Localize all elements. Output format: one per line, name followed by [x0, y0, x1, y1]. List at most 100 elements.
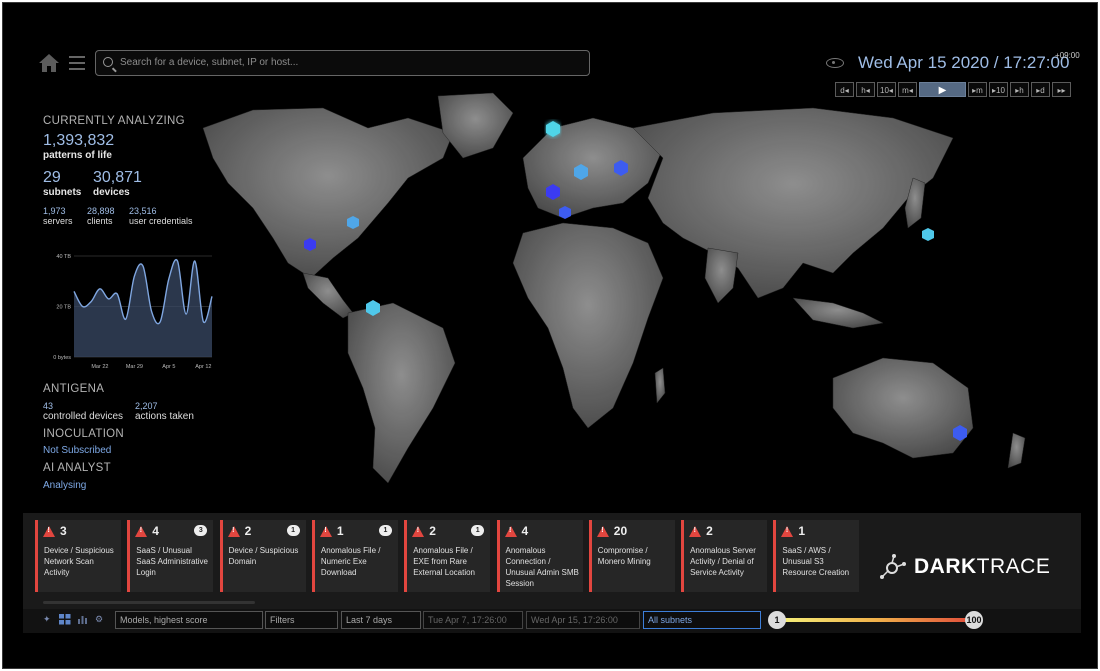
breach-title: Anomalous Connection / Unusual Admin SMB… [505, 546, 579, 588]
clients-count[interactable]: 28,898 [87, 206, 129, 216]
bandwidth-chart[interactable]: 40 TB 20 TB 0 bytes Mar 22 Mar 29 Apr 5 Apr 12 [46, 253, 216, 375]
breach-title: Compromise / Monero Mining [597, 546, 651, 566]
ai-analyst-heading: AI ANALYST [43, 462, 111, 474]
breach-score: 3 [60, 524, 67, 538]
search-icon [103, 57, 113, 67]
comment-count-icon[interactable]: 1 [471, 525, 485, 536]
breach-title: SaaS / Unusual SaaS Administrative Login [136, 546, 208, 577]
breach-score: 20 [613, 524, 628, 538]
ai-analyst-status[interactable]: Analysing [43, 480, 218, 491]
breach-title: SaaS / AWS / Unusual S3 Resource Creatio… [782, 546, 850, 577]
servers-count[interactable]: 1,973 [43, 206, 87, 216]
model-breach-card[interactable]: 3 Device / Suspicious Network Scan Activi… [35, 520, 121, 592]
model-breach-card[interactable]: 4 3 SaaS / Unusual SaaS Administrative Log… [127, 520, 214, 592]
model-breach-strip: 3 Device / Suspicious Network Scan Activi… [23, 513, 1081, 609]
search-input[interactable]: Search for a device, subnet, IP or host.… [95, 50, 590, 76]
score-slider-max-handle[interactable]: 100 [965, 611, 983, 629]
breach-score: 4 [521, 524, 529, 538]
model-breach-card[interactable]: 2 1 Device / Suspicious Domain [219, 520, 306, 592]
marker-hex [922, 228, 934, 241]
dashboard-frame: Search for a device, subnet, IP or host.… [2, 2, 1098, 669]
model-breach-card[interactable]: 1 SaaS / AWS / Unusual S3 Resource Creati… [773, 520, 860, 592]
subnets-count[interactable]: 29 [43, 169, 93, 187]
comment-count-icon[interactable]: 3 [194, 525, 208, 536]
patterns-label: patterns of life [43, 150, 112, 161]
subnets-label: subnets [43, 187, 82, 198]
breach-score: 2 [244, 524, 252, 538]
settings-icon[interactable]: ⚙ [95, 614, 105, 624]
breach-title: Anomalous Server Activity / Denial of Se… [690, 546, 756, 577]
darktrace-logo: DARKTRACE [878, 553, 1050, 581]
alert-icon [43, 526, 55, 537]
search-placeholder: Search for a device, subnet, IP or host.… [120, 57, 299, 68]
x-tick-label: Apr 5 [162, 364, 175, 370]
breach-score: 1 [336, 524, 344, 538]
alert-icon [135, 526, 148, 537]
eye-icon[interactable] [826, 58, 844, 68]
x-tick-label: Apr 12 [195, 364, 211, 370]
x-tick-label: Mar 22 [91, 364, 108, 370]
breach-title: Anomalous File / Numeric Exe Download [320, 546, 381, 577]
alert-icon [689, 526, 702, 537]
pin-icon[interactable]: ✦ [43, 614, 53, 624]
breach-title: Device / Suspicious Network Scan Activit… [44, 546, 114, 577]
comment-count-icon[interactable]: 1 [378, 525, 392, 536]
breach-score: 1 [798, 524, 806, 538]
actions-count[interactable]: 2,207 [135, 401, 194, 411]
breach-score: 2 [706, 524, 713, 538]
logo-text-light: TRACE [976, 555, 1051, 578]
model-breach-card[interactable]: 4 Anomalous Connection / Unusual Admin SM… [496, 520, 583, 592]
score-slider-track[interactable] [779, 618, 975, 622]
inoculation-status[interactable]: Not Subscribed [43, 445, 218, 456]
breach-score: 4 [152, 524, 159, 538]
controlled-devices-label: controlled devices [43, 411, 124, 422]
breach-score: 2 [429, 524, 436, 538]
menu-icon[interactable] [69, 56, 85, 70]
devices-label: devices [93, 187, 130, 198]
stats-panel: CURRENTLY ANALYZING 1,393,832 patterns o… [43, 115, 218, 226]
y-tick-label: 40 TB [56, 254, 71, 260]
logo-text-bold: DARK [914, 555, 977, 578]
score-slider-min-handle[interactable]: 1 [768, 611, 786, 629]
credentials-label: user credentials [129, 216, 193, 226]
filters-select[interactable]: Filters [265, 611, 338, 629]
comment-count-icon[interactable]: 1 [286, 525, 300, 536]
alert-icon [504, 526, 517, 537]
breach-title: Device / Suspicious Domain [228, 546, 299, 566]
model-breach-card[interactable]: 1 1 Anomalous File / Numeric Exe Download [311, 520, 398, 592]
time-range-select[interactable]: Last 7 days [341, 611, 421, 629]
servers-label: servers [43, 216, 73, 226]
x-tick-label: Mar 29 [126, 364, 143, 370]
subnets-select[interactable]: All subnets [643, 611, 761, 629]
clients-label: clients [87, 216, 113, 226]
antigena-heading: ANTIGENA [43, 383, 105, 395]
credentials-count[interactable]: 23,516 [129, 206, 193, 216]
grid-view-icon[interactable] [59, 614, 71, 625]
current-datetime[interactable]: Wed Apr 15 2020 / 17:27:00 [858, 53, 1069, 73]
devices-count[interactable]: 30,871 [93, 169, 142, 187]
status-panel: ANTIGENA 43 controlled devices 2,207 act… [43, 383, 218, 491]
controlled-devices-count[interactable]: 43 [43, 401, 135, 411]
y-tick-label: 20 TB [56, 305, 71, 311]
alert-icon [412, 526, 425, 537]
horizontal-scrollbar[interactable] [43, 601, 255, 604]
breach-title: Anomalous File / EXE from Rare External … [413, 546, 476, 577]
actions-label: actions taken [135, 411, 194, 422]
end-date-input[interactable]: Wed Apr 15, 17:26:00 [526, 611, 640, 629]
timezone-label: +09:00 [1055, 51, 1080, 60]
home-icon[interactable] [38, 53, 60, 73]
y-tick-label: 0 bytes [53, 355, 71, 361]
alert-icon [781, 526, 794, 537]
start-date-input[interactable]: Tue Apr 7, 17:26:00 [423, 611, 523, 629]
logo-text: DARKTRACE [914, 555, 1050, 579]
world-map[interactable] [193, 88, 1093, 503]
alert-icon [319, 526, 332, 537]
patterns-count[interactable]: 1,393,832 [43, 132, 218, 150]
chart-view-icon[interactable] [77, 614, 88, 624]
model-breach-card[interactable]: 20 Compromise / Monero Mining [588, 520, 675, 592]
alert-icon [227, 526, 240, 537]
model-breach-card[interactable]: 2 Anomalous Server Activity / Denial of S… [681, 520, 768, 592]
inoculation-heading: INOCULATION [43, 428, 125, 440]
model-breach-card[interactable]: 2 1 Anomalous File / EXE from Rare Externa… [404, 520, 491, 592]
sort-select[interactable]: Models, highest score [115, 611, 263, 629]
